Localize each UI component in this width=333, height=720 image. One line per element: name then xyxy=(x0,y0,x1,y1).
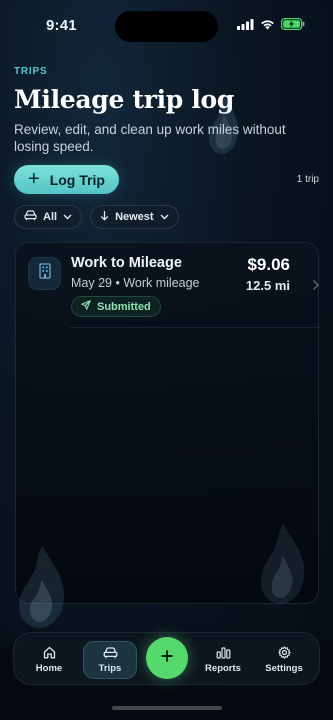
arrow-down-icon xyxy=(100,210,109,224)
trip-row[interactable]: Work to Mileage May 29 • Work mileage Su… xyxy=(16,243,320,328)
status-bar: 9:41 xyxy=(0,0,333,54)
chevron-down-icon xyxy=(63,211,72,223)
log-trip-label: Log Trip xyxy=(49,171,105,188)
trip-list: Work to Mileage May 29 • Work mileage Su… xyxy=(15,242,320,604)
building-icon xyxy=(38,263,52,284)
send-icon xyxy=(81,300,91,313)
tab-bar: Home Trips Reports Settings xyxy=(13,632,320,685)
vehicle-filter-chip[interactable]: All xyxy=(14,205,83,229)
sort-filter-label: Newest xyxy=(115,211,154,223)
car-icon xyxy=(103,646,118,659)
plus-icon xyxy=(160,649,174,668)
cellular-signal-icon xyxy=(237,18,254,30)
trip-distance: 12.5 mi xyxy=(245,278,290,293)
tab-trips-label: Trips xyxy=(98,662,122,674)
tab-trips[interactable]: Trips xyxy=(83,641,137,679)
actions-row: + Log Trip 1 trip xyxy=(14,165,319,194)
gear-icon xyxy=(277,646,291,659)
trip-amount: $9.06 xyxy=(247,255,290,274)
trip-count: 1 trip xyxy=(296,174,319,185)
page-header: TRIPS Mileage trip log Review, edit, and… xyxy=(14,66,319,155)
tab-reports[interactable]: Reports xyxy=(196,641,250,679)
status-icons xyxy=(237,18,305,30)
chevron-down-icon xyxy=(160,211,169,223)
bar-chart-icon xyxy=(216,646,231,659)
tab-settings[interactable]: Settings xyxy=(257,641,311,679)
car-icon xyxy=(24,210,37,224)
tab-home[interactable]: Home xyxy=(22,641,76,679)
plus-icon: + xyxy=(28,167,40,190)
sort-filter-chip[interactable]: Newest xyxy=(90,205,179,229)
dynamic-island xyxy=(115,11,218,42)
trip-meta: May 29 • Work mileage xyxy=(71,276,200,290)
trip-name: Work to Mileage xyxy=(71,255,182,271)
tab-reports-label: Reports xyxy=(205,662,241,674)
wifi-icon xyxy=(260,19,275,30)
home-indicator xyxy=(112,706,222,710)
section-eyebrow: TRIPS xyxy=(14,66,48,77)
tab-home-label: Home xyxy=(35,663,63,674)
add-trip-button[interactable] xyxy=(146,637,188,679)
log-trip-button[interactable]: + Log Trip xyxy=(14,165,119,194)
row-divider xyxy=(70,327,320,328)
status-badge: Submitted xyxy=(71,296,161,317)
trip-icon-tile xyxy=(28,257,61,290)
status-time: 9:41 xyxy=(46,17,77,34)
status-badge-label: Submitted xyxy=(97,300,151,313)
chevron-right-icon xyxy=(312,278,320,296)
tab-settings-label: Settings xyxy=(265,663,303,674)
filter-row: All Newest xyxy=(14,205,179,229)
battery-charging-icon xyxy=(281,18,305,30)
home-icon xyxy=(43,646,56,659)
page-subtitle: Review, edit, and clean up work miles wi… xyxy=(14,122,286,154)
page-title: Mileage trip log xyxy=(14,85,235,114)
vehicle-filter-label: All xyxy=(43,211,58,223)
